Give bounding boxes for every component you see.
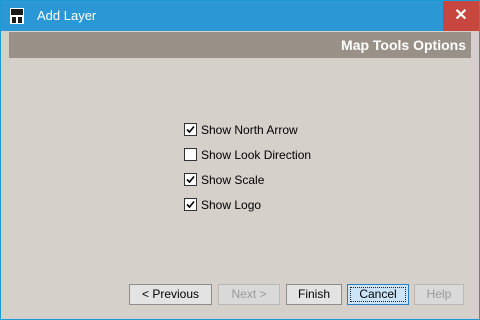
option-label: Show North Arrow	[201, 123, 298, 137]
previous-button[interactable]: < Previous	[129, 284, 212, 305]
focus-ring	[350, 287, 406, 302]
next-button[interactable]: Next >	[218, 284, 280, 305]
checkmark-icon	[186, 125, 195, 134]
option-label: Show Scale	[201, 173, 265, 187]
checkbox-show-logo[interactable]	[184, 198, 197, 211]
help-button[interactable]: Help	[414, 284, 464, 305]
checkbox-show-look-direction[interactable]	[184, 148, 197, 161]
option-label: Show Logo	[201, 198, 262, 212]
wizard-header: Map Tools Options	[9, 32, 471, 58]
checkmark-icon	[186, 175, 195, 184]
page-title: Map Tools Options	[341, 37, 466, 53]
checkbox-show-north-arrow[interactable]	[184, 123, 197, 136]
close-button[interactable]: ✕	[443, 1, 479, 31]
finish-button[interactable]: Finish	[286, 284, 342, 305]
options-panel: Show North Arrow Show Look Direction Sho…	[9, 58, 471, 278]
window-title: Add Layer	[37, 8, 97, 23]
checkbox-show-scale[interactable]	[184, 173, 197, 186]
add-layer-dialog: Add Layer ✕ Map Tools Options Show North…	[0, 0, 480, 320]
title-bar[interactable]: Add Layer ✕	[1, 1, 479, 31]
checkmark-icon	[186, 200, 195, 209]
option-label: Show Look Direction	[201, 148, 312, 162]
app-logo-icon	[10, 8, 24, 24]
close-icon: ✕	[454, 7, 468, 24]
cancel-button[interactable]: Cancel	[347, 284, 409, 305]
